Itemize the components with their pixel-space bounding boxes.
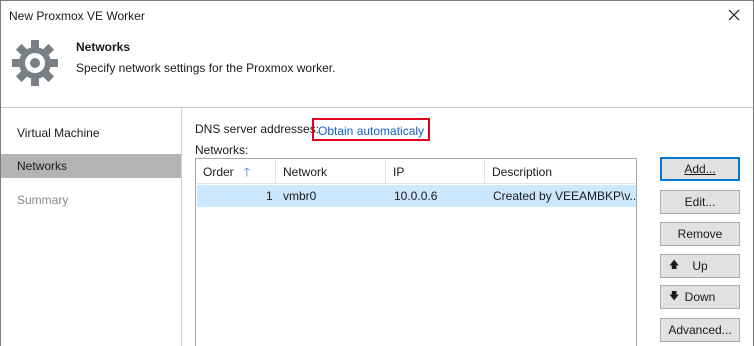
- dns-label: DNS server addresses:: [195, 122, 320, 136]
- up-button[interactable]: 🡅 Up: [660, 254, 740, 278]
- sidebar-item-virtual-machine[interactable]: Virtual Machine: [1, 121, 181, 145]
- column-order-label: Order: [203, 165, 234, 179]
- sidebar-item-summary: Summary: [17, 193, 69, 207]
- down-button[interactable]: 🡇 Down: [660, 285, 740, 309]
- networks-content: DNS server addresses: Obtain automatical…: [182, 108, 753, 346]
- edit-button[interactable]: Edit...: [660, 190, 740, 214]
- title-bar: New Proxmox VE Worker: [1, 1, 753, 31]
- up-button-label: Up: [692, 259, 708, 273]
- edit-button-label: Edit...: [684, 195, 716, 209]
- column-order[interactable]: Order 🡑: [196, 159, 276, 184]
- cell-description: Created by VEEAMBKP\v...: [493, 189, 635, 203]
- window-title: New Proxmox VE Worker: [9, 9, 145, 23]
- cell-order: 1: [266, 189, 273, 203]
- remove-button-label: Remove: [677, 227, 723, 241]
- dns-obtain-link[interactable]: Obtain automaticaly: [312, 118, 431, 141]
- column-network[interactable]: Network: [276, 159, 386, 184]
- cell-network: vmbr0: [283, 189, 317, 203]
- table-row[interactable]: 1 vmbr0 10.0.0.6 Created by VEEAMBKP\v..…: [197, 185, 636, 207]
- wizard-window: New Proxmox VE Worker Networks Specify n…: [0, 0, 754, 346]
- sort-ascending-icon: 🡑: [243, 165, 250, 179]
- page-subtitle: Specify network settings for the Proxmox…: [76, 61, 336, 75]
- table-header: Order 🡑 Network IP Description: [196, 159, 636, 184]
- page-title: Networks: [76, 40, 131, 54]
- add-button[interactable]: Add...: [660, 157, 740, 181]
- down-button-label: Down: [684, 290, 716, 304]
- wizard-steps-sidebar: Virtual Machine Networks Summary: [1, 108, 182, 346]
- close-icon[interactable]: [725, 6, 743, 24]
- wizard-header: Networks Specify network settings for th…: [1, 31, 753, 107]
- add-button-label: Add...: [684, 162, 716, 176]
- networks-label: Networks:: [195, 143, 249, 157]
- gear-icon: [11, 39, 59, 87]
- remove-button[interactable]: Remove: [660, 222, 740, 246]
- arrow-down-icon: 🡇: [669, 291, 680, 302]
- column-ip[interactable]: IP: [386, 159, 485, 184]
- networks-table[interactable]: Order 🡑 Network IP Description 1 vmbr0 10…: [195, 158, 637, 346]
- cell-ip: 10.0.0.6: [394, 189, 438, 203]
- column-description[interactable]: Description: [485, 159, 633, 184]
- advanced-button[interactable]: Advanced...: [660, 318, 740, 342]
- sidebar-item-networks[interactable]: Networks: [1, 154, 181, 178]
- advanced-button-label: Advanced...: [668, 323, 732, 337]
- arrow-up-icon: 🡅: [669, 260, 680, 271]
